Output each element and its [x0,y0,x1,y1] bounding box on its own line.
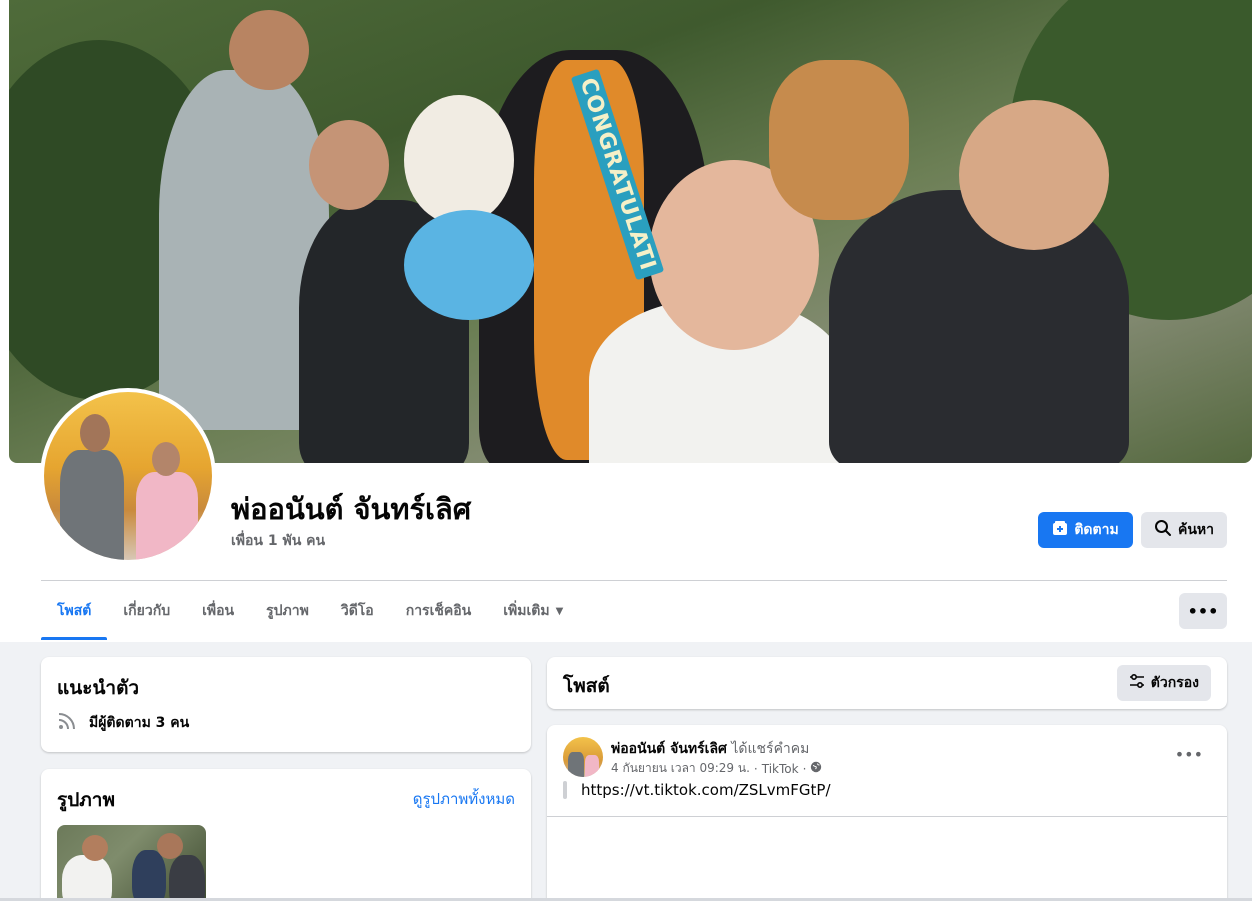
tab-label: เพื่อน [202,603,235,619]
posts-header-card: โพสต์ ตัวกรอง [547,657,1227,709]
post-separator [547,816,1227,817]
profile-avatar [44,392,212,560]
posts-title: โพสต์ [563,675,610,697]
more-options-button[interactable]: ••• [1179,593,1227,629]
tab-checkins[interactable]: การเช็คอิน [390,582,488,640]
filter-button[interactable]: ตัวกรอง [1116,665,1211,701]
follow-label: ติดตาม [1074,522,1119,538]
post-meta: 4 กันยายน เวลา 09:29 น. · TikTok · [611,759,822,778]
post-action-text: ได้แชร์คำคม [731,741,810,757]
cover-photo[interactable]: CONGRATULATI [9,0,1252,463]
post-source[interactable]: TikTok [762,762,799,776]
tab-photos[interactable]: รูปภาพ [250,582,325,640]
post-menu-button[interactable]: ••• [1175,745,1203,764]
profile-tabs: โพสต์ เกี่ยวกับ เพื่อน รูปภาพ วิดีโอ การ… [41,582,579,640]
globe-icon [810,761,822,776]
post-date[interactable]: 4 กันยายน เวลา 09:29 น. [611,759,750,778]
tab-about[interactable]: เกี่ยวกับ [107,582,186,640]
tab-label: การเช็คอิน [405,603,472,619]
caret-down-icon: ▼ [555,605,564,617]
follow-icon [1052,520,1068,540]
quote-bar [563,781,567,799]
post-author-name[interactable]: พ่ออนันต์ จันทร์เลิศ [611,741,727,757]
photos-title: รูปภาพ [57,789,115,811]
more-dots-icon: ••• [1187,601,1219,621]
header-divider [41,580,1227,581]
tab-label: โพสต์ [57,603,92,619]
friends-count[interactable]: เพื่อน 1 พัน คน [231,530,325,552]
post-author-avatar[interactable] [563,737,603,777]
post-card: พ่ออนันต์ จันทร์เลิศ ได้แชร์คำคม 4 กันยา… [547,725,1227,901]
tab-label: รูปภาพ [266,603,309,619]
profile-header: CONGRATULATI พ่ออนันต์ จันทร์เลิศ เพื่อน… [0,0,1252,642]
tab-friends[interactable]: เพื่อน [186,582,250,640]
post-quote: https://vt.tiktok.com/ZSLvmFGtP/ [563,781,831,799]
tab-label: เพิ่มเติม [503,603,550,619]
tab-label: วิดีโอ [340,603,374,619]
profile-name: พ่ออนันต์ จันทร์เลิศ [231,492,472,526]
meta-separator: · [753,761,758,776]
intro-title: แนะนำตัว [57,677,140,699]
filter-icon [1129,673,1145,693]
photos-card: รูปภาพ ดูรูปภาพทั้งหมด [41,769,531,901]
search-icon [1154,519,1172,541]
meta-separator: · [802,761,807,776]
search-button[interactable]: ค้นหา [1141,512,1227,548]
filter-label: ตัวกรอง [1150,675,1199,691]
tab-videos[interactable]: วิดีโอ [325,582,390,640]
follow-button[interactable]: ติดตาม [1038,512,1133,548]
search-label: ค้นหา [1177,522,1215,538]
see-all-photos-link[interactable]: ดูรูปภาพทั้งหมด [413,787,515,811]
profile-picture[interactable] [40,388,216,564]
tab-posts[interactable]: โพสต์ [41,582,108,640]
rss-icon [57,711,77,735]
followers-count[interactable]: มีผู้ติดตาม 3 คน [89,712,189,734]
post-header: พ่ออนันต์ จันทร์เลิศ ได้แชร์คำคม [611,738,809,760]
intro-card: แนะนำตัว [41,657,531,752]
followers-line: มีผู้ติดตาม 3 คน [57,711,189,735]
tab-label: เกี่ยวกับ [123,603,171,619]
photo-thumbnail[interactable] [57,825,206,901]
tab-more[interactable]: เพิ่มเติม ▼ [487,582,579,640]
post-link[interactable]: https://vt.tiktok.com/ZSLvmFGtP/ [581,781,831,799]
